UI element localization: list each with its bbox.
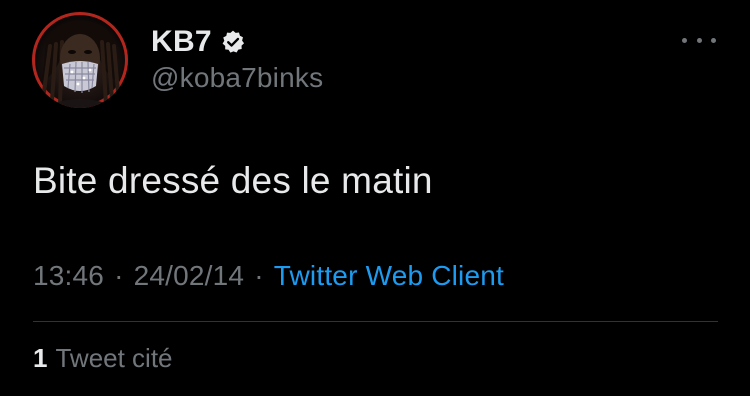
tweet-time[interactable]: 13:46 — [33, 260, 104, 292]
more-dot — [682, 37, 687, 43]
quote-tweets-link[interactable]: 1 Tweet cité — [33, 343, 173, 374]
meta-separator: · — [254, 260, 264, 291]
author-handle[interactable]: @koba7binks — [151, 62, 323, 94]
quote-label: Tweet cité — [55, 343, 173, 373]
avatar-image — [42, 20, 120, 108]
more-dot — [696, 37, 702, 43]
tweet-card: KB7 @koba7binks Bite dressé des le matin… — [0, 0, 750, 396]
tweet-date[interactable]: 24/02/14 — [134, 260, 245, 292]
author-name-row[interactable]: KB7 — [151, 22, 246, 62]
more-dot — [711, 37, 716, 43]
verified-badge-icon — [220, 29, 246, 55]
more-options-icon[interactable] — [682, 32, 716, 48]
tweet-text: Bite dressé des le matin — [33, 160, 433, 201]
divider — [33, 321, 718, 322]
avatar[interactable] — [32, 12, 128, 108]
display-name[interactable]: KB7 — [151, 25, 212, 59]
meta-separator: · — [114, 260, 124, 291]
quote-count: 1 — [33, 343, 48, 373]
tweet-client-link[interactable]: Twitter Web Client — [274, 260, 504, 292]
tweet-meta: 13:46 · 24/02/14 · Twitter Web Client — [33, 260, 504, 292]
